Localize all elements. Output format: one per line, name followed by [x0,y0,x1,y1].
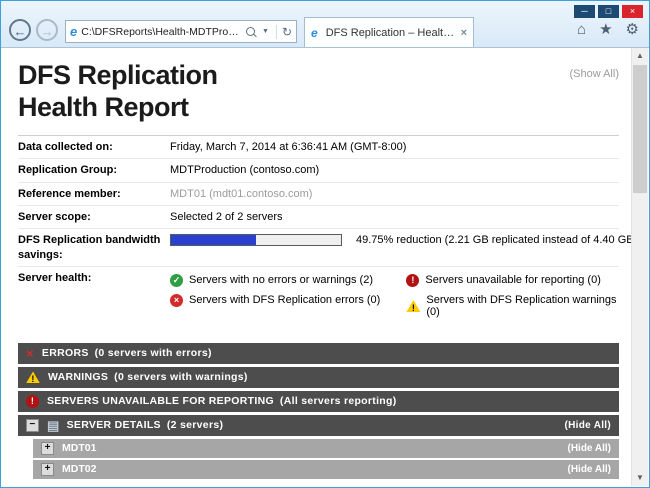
section-server-details[interactable]: − ▤ SERVER DETAILS (2 servers) (Hide All… [18,415,619,436]
unavailable-circle-icon: ! [26,395,39,408]
browser-window: ─ □ × ← → e C:\DFSReports\Health-MDTProd… [0,0,650,488]
tab-close-icon[interactable]: × [461,27,467,39]
field-data-collected: Data collected on: Friday, March 7, 2014… [18,136,619,159]
section-label: ERRORS [42,347,89,359]
expand-box-icon[interactable]: + [41,463,54,476]
section-detail: (All servers reporting) [280,395,397,407]
address-text[interactable]: C:\DFSReports\Health-MDTProduction-07M [81,26,244,38]
server-name: MDT01 [62,442,96,454]
browser-tab[interactable]: e DFS Replication – Health Re... × [304,17,474,47]
field-label: Data collected on: [18,140,170,154]
warning-triangle-icon: ! [26,371,40,383]
server-name: MDT02 [62,463,96,475]
section-detail: (0 servers with errors) [95,347,212,359]
section-unavailable[interactable]: ! SERVERS UNAVAILABLE FOR REPORTING (All… [18,391,619,412]
error-x-icon: × [26,347,34,360]
section-detail: (0 servers with warnings) [114,371,248,383]
field-label: Replication Group: [18,163,170,177]
server-health-grid: ✓ Servers with no errors or warnings (2)… [170,271,619,325]
caption-buttons: ─ □ × [574,5,643,18]
home-icon[interactable]: ⌂ [577,22,586,37]
field-label: Server scope: [18,210,170,224]
server-row-mdt02[interactable]: + MDT02 (Hide All) [33,460,619,479]
report-sections: × ERRORS (0 servers with errors) ! WARNI… [18,343,619,479]
field-value: MDTProduction (contoso.com) [170,163,319,177]
tab-favicon: e [311,27,318,39]
bandwidth-text: 49.75% reduction (2.21 GB replicated ins… [356,233,631,247]
field-value: Friday, March 7, 2014 at 6:36:41 AM (GMT… [170,140,406,154]
page-content: DFS Replication Health Report (Show All)… [2,48,648,486]
scroll-up-arrow[interactable]: ▲ [632,48,648,64]
section-label: SERVER DETAILS [67,419,161,431]
favorites-star-icon[interactable]: ★ [599,22,612,37]
field-server-health: Server health: ✓ Servers with no errors … [18,267,619,329]
maximize-button[interactable]: □ [598,5,619,18]
show-all-link[interactable]: (Show All) [569,68,619,80]
check-circle-icon: ✓ [170,274,183,287]
page-title: DFS Replication Health Report [18,60,253,123]
hide-all-link[interactable]: (Hide All) [567,443,611,454]
field-value: Selected 2 of 2 servers [170,210,283,224]
bandwidth-progress-bar [170,234,342,246]
field-label: Server health: [18,271,170,285]
health-item-ok: ✓ Servers with no errors or warnings (2) [170,274,406,287]
settings-gear-icon[interactable]: ⚙ [626,22,639,37]
section-detail: (2 servers) [167,419,223,431]
ie-favicon: e [70,25,77,38]
minimize-button[interactable]: ─ [574,5,595,18]
health-item-text: Servers with DFS Replication warnings (0… [426,294,619,318]
refresh-icon[interactable]: ↻ [276,25,292,39]
health-item-errors: × Servers with DFS Replication errors (0… [170,294,406,307]
bandwidth-fill [171,235,256,245]
address-bar[interactable]: e C:\DFSReports\Health-MDTProduction-07M… [65,20,297,43]
health-report: DFS Replication Health Report (Show All)… [2,48,631,486]
field-label: Reference member: [18,187,170,201]
field-value: MDT01 (mdt01.contoso.com) [170,187,312,201]
health-item-text: Servers with DFS Replication errors (0) [189,294,380,306]
error-circle-icon: × [170,294,183,307]
server-row-mdt01[interactable]: + MDT01 (Hide All) [33,439,619,458]
health-item-text: Servers with no errors or warnings (2) [189,274,373,286]
server-icon: ▤ [47,419,60,432]
section-label: WARNINGS [48,371,108,383]
health-item-unavailable: ! Servers unavailable for reporting (0) [406,274,619,287]
section-warnings[interactable]: ! WARNINGS (0 servers with warnings) [18,367,619,388]
field-reference-member: Reference member: MDT01 (mdt01.contoso.c… [18,183,619,206]
server-detail-rows: + MDT01 (Hide All) + MDT02 (Hide All) [33,439,619,479]
hide-all-link[interactable]: (Hide All) [564,420,611,431]
forward-button[interactable]: → [36,19,58,41]
browser-chrome: ─ □ × ← → e C:\DFSReports\Health-MDTProd… [1,1,649,48]
section-label: SERVERS UNAVAILABLE FOR REPORTING [47,395,274,407]
warning-triangle-icon: ! [406,300,420,312]
search-icon[interactable] [246,27,255,36]
collapse-box-icon[interactable]: − [26,419,39,432]
unavailable-circle-icon: ! [406,274,419,287]
health-item-warnings: ! Servers with DFS Replication warnings … [406,294,619,318]
address-dropdown-icon[interactable]: ▼ [262,28,269,35]
close-button[interactable]: × [622,5,643,18]
field-server-scope: Server scope: Selected 2 of 2 servers [18,206,619,229]
field-replication-group: Replication Group: MDTProduction (contos… [18,159,619,182]
expand-box-icon[interactable]: + [41,442,54,455]
back-button[interactable]: ← [9,19,31,41]
hide-all-link[interactable]: (Hide All) [567,464,611,475]
section-errors[interactable]: × ERRORS (0 servers with errors) [18,343,619,364]
field-bandwidth-savings: DFS Replication bandwidth savings: 49.75… [18,229,619,267]
tab-title: DFS Replication – Health Re... [326,27,457,39]
vertical-scrollbar[interactable]: ▲ ▼ [631,48,648,486]
field-label: DFS Replication bandwidth savings: [18,233,170,262]
toolbar-right-icons: ⌂ ★ ⚙ [577,22,639,37]
scrollbar-thumb[interactable] [633,65,647,193]
health-item-text: Servers unavailable for reporting (0) [425,274,600,286]
scroll-down-arrow[interactable]: ▼ [632,470,648,486]
report-fields: Data collected on: Friday, March 7, 2014… [18,135,619,329]
